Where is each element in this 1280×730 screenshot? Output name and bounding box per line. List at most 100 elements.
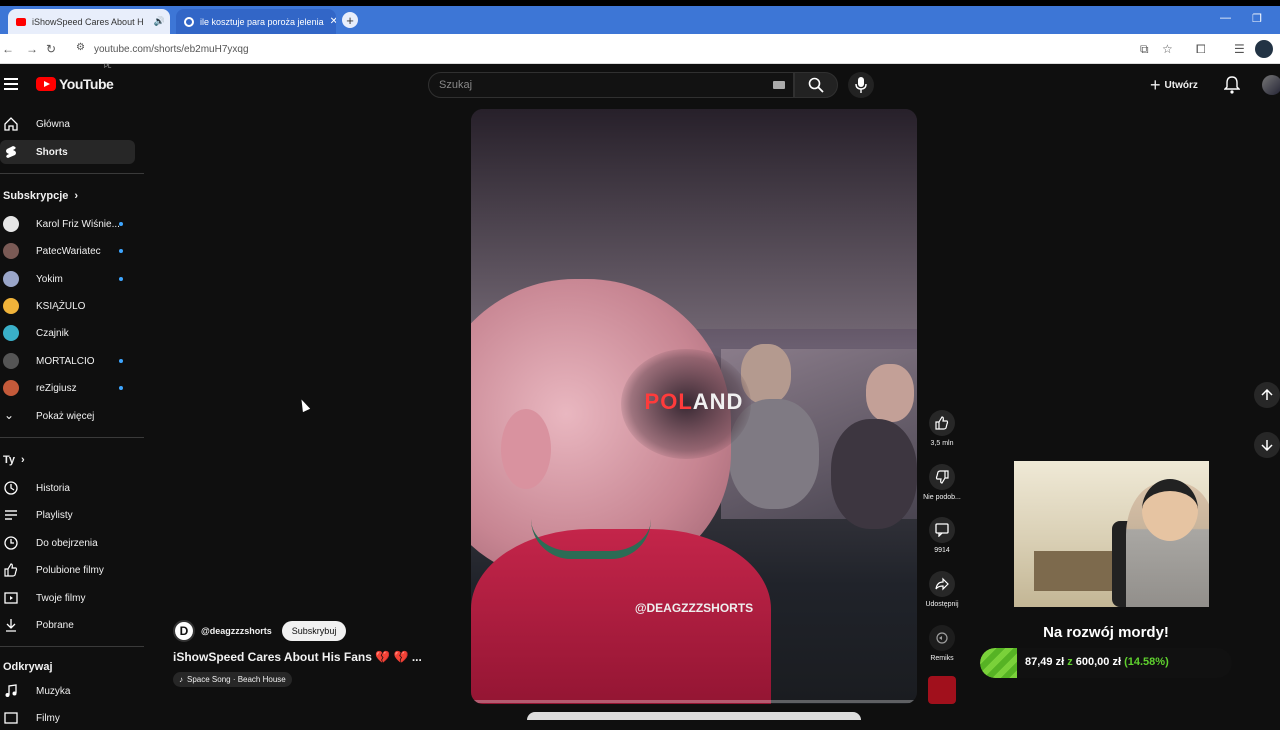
sidebar: Główna Shorts Subskrypcje › Karol Friz W… bbox=[0, 106, 144, 724]
sidebar-item-subscription[interactable]: Yokim bbox=[0, 267, 135, 291]
speaker-icon[interactable]: 🔊 bbox=[154, 16, 165, 27]
new-tab-button[interactable]: + bbox=[342, 12, 358, 28]
sidebar-item-watch-later[interactable]: Do obejrzenia bbox=[0, 531, 135, 555]
goal-current: 87,49 zł bbox=[1025, 656, 1065, 668]
sidebar-item-label: Filmy bbox=[36, 712, 60, 724]
subscriptions-header[interactable]: Subskrypcje › bbox=[3, 190, 78, 202]
next-short-preview[interactable] bbox=[527, 712, 861, 720]
extensions-icon[interactable]: ⧠ bbox=[1196, 42, 1206, 57]
title-ellipsis: ... bbox=[411, 650, 422, 664]
channel-avatar bbox=[3, 271, 19, 287]
forward-icon[interactable]: → bbox=[26, 42, 38, 56]
your-videos-icon bbox=[4, 592, 18, 604]
like-icon bbox=[4, 563, 18, 577]
profile-avatar[interactable] bbox=[1255, 40, 1273, 58]
channel-name: MORTALCIO bbox=[36, 355, 95, 367]
sidebar-item-home[interactable]: Główna bbox=[0, 112, 135, 136]
channel-avatar[interactable]: D bbox=[173, 620, 195, 642]
sidebar-item-playlists[interactable]: Playlisty bbox=[0, 503, 135, 527]
sidebar-item-subscription[interactable]: MORTALCIO bbox=[0, 349, 135, 373]
share-icon bbox=[935, 577, 949, 591]
bookmark-star-icon[interactable]: ☆ bbox=[1162, 42, 1173, 56]
caption-white-part: AND bbox=[692, 389, 744, 414]
chevron-right-icon: › bbox=[21, 454, 25, 466]
download-icon bbox=[6, 619, 16, 632]
shorts-video-player[interactable]: POLAND @DEAGZZZSHORTS bbox=[471, 109, 917, 704]
sidebar-item-subscription[interactable]: Czajnik bbox=[0, 321, 135, 345]
show-more-button[interactable]: ⌄ Pokaż więcej bbox=[0, 404, 135, 428]
new-content-dot bbox=[119, 386, 123, 390]
dislike-button[interactable]: Nie podob... bbox=[916, 464, 968, 501]
channel-name: Yokim bbox=[36, 273, 63, 285]
sidebar-item-subscription[interactable]: KSIĄŻULO bbox=[0, 294, 135, 318]
install-app-icon[interactable]: ⧉ bbox=[1140, 42, 1149, 57]
sidebar-item-liked-videos[interactable]: Polubione filmy bbox=[0, 558, 135, 582]
sound-thumbnail[interactable] bbox=[928, 676, 956, 704]
sidebar-item-subscription[interactable]: Karol Friz Wiśnie... bbox=[0, 212, 135, 236]
sidebar-item-label: Główna bbox=[36, 118, 70, 130]
video-title[interactable]: iShowSpeed Cares About His Fans 💔 💔 ... bbox=[173, 650, 463, 664]
share-button[interactable]: Udostępnij bbox=[916, 571, 968, 608]
voice-search-button[interactable] bbox=[848, 72, 874, 98]
youtube-logo[interactable]: YouTube bbox=[36, 76, 114, 92]
sidebar-item-label: Historia bbox=[36, 482, 70, 494]
sidebar-item-your-videos[interactable]: Twoje filmy bbox=[0, 586, 135, 610]
sidebar-item-label: Twoje filmy bbox=[36, 592, 86, 604]
video-progress-bar[interactable] bbox=[471, 700, 917, 703]
menu-icon[interactable] bbox=[4, 78, 18, 90]
youtube-masthead: YouTube PL Szukaj + Utwórz bbox=[0, 64, 1280, 106]
sidebar-item-downloads[interactable]: Pobrane bbox=[0, 613, 135, 637]
sidebar-item-label: Shorts bbox=[36, 146, 68, 158]
goal-separator: z bbox=[1067, 656, 1073, 668]
remix-button[interactable]: Remiks bbox=[916, 625, 968, 662]
account-avatar[interactable] bbox=[1262, 75, 1280, 95]
address-bar[interactable]: ⚙ youtube.com/shorts/eb2muH7yxqg bbox=[68, 38, 1188, 60]
you-header[interactable]: Ty › bbox=[3, 454, 25, 466]
restore-icon[interactable]: ❐ bbox=[1252, 12, 1262, 25]
sidebar-item-subscription[interactable]: PatecWariatec bbox=[0, 239, 135, 263]
caption-red-part: POL bbox=[644, 389, 693, 414]
arrow-up-icon bbox=[1261, 389, 1273, 400]
site-info-icon[interactable]: ⚙ bbox=[76, 42, 85, 53]
channel-name: KSIĄŻULO bbox=[36, 300, 86, 312]
tab-title: ile kosztuje para poroża jelenia bbox=[200, 16, 324, 27]
sidebar-item-shorts[interactable]: Shorts bbox=[0, 140, 135, 164]
browser-tab-google[interactable]: ile kosztuje para poroża jelenia ✕ bbox=[176, 9, 336, 34]
channel-name: PatecWariatec bbox=[36, 245, 101, 257]
browser-tab-youtube[interactable]: iShowSpeed Cares About H 🔊 ✕ bbox=[8, 9, 170, 34]
sidebar-item-label: Do obejrzenia bbox=[36, 537, 98, 549]
like-button[interactable]: 3,5 mln bbox=[916, 410, 968, 447]
sound-chip[interactable]: ♪ Space Song · Beach House bbox=[173, 672, 292, 687]
keyboard-icon[interactable] bbox=[773, 81, 785, 89]
channel-avatar bbox=[3, 380, 19, 396]
browser-toolbar: ← → ↻ ⚙ youtube.com/shorts/eb2muH7yxqg ⧉… bbox=[0, 34, 1280, 64]
reading-list-icon[interactable]: ☰ bbox=[1234, 42, 1245, 56]
sidebar-item-subscription[interactable]: reZigiusz bbox=[0, 376, 135, 400]
channel-name[interactable]: @deagzzzshorts bbox=[201, 626, 272, 636]
sidebar-item-history[interactable]: Historia bbox=[0, 476, 135, 500]
channel-name: Karol Friz Wiśnie... bbox=[36, 218, 120, 230]
channel-avatar bbox=[3, 353, 19, 369]
reload-icon[interactable]: ↻ bbox=[46, 42, 56, 56]
search-button[interactable] bbox=[794, 72, 838, 98]
divider bbox=[0, 173, 144, 174]
sidebar-item-music[interactable]: Muzyka bbox=[0, 679, 135, 703]
next-short-button[interactable] bbox=[1254, 432, 1280, 458]
sidebar-item-films[interactable]: Filmy bbox=[0, 706, 135, 730]
notifications-bell-icon[interactable] bbox=[1224, 76, 1240, 94]
close-tab-icon[interactable]: ✕ bbox=[330, 16, 336, 27]
youtube-favicon-icon bbox=[16, 17, 26, 26]
new-content-dot bbox=[119, 277, 123, 281]
back-icon[interactable]: ← bbox=[2, 42, 14, 56]
webcam-head bbox=[1142, 479, 1198, 541]
search-input[interactable]: Szukaj bbox=[428, 72, 794, 98]
divider bbox=[0, 646, 144, 647]
create-button[interactable]: + Utwórz bbox=[1150, 74, 1198, 96]
goal-target: 600,00 zł bbox=[1075, 656, 1122, 668]
subscribe-button[interactable]: Subskrybuj bbox=[281, 621, 347, 641]
comments-button[interactable]: 9914 bbox=[916, 517, 968, 554]
playlist-icon bbox=[5, 510, 17, 520]
minimize-icon[interactable]: — bbox=[1220, 12, 1231, 24]
previous-short-button[interactable] bbox=[1254, 382, 1280, 408]
donation-goal-text: 87,49 zł z 600,00 zł (14.58%) bbox=[1025, 656, 1169, 668]
